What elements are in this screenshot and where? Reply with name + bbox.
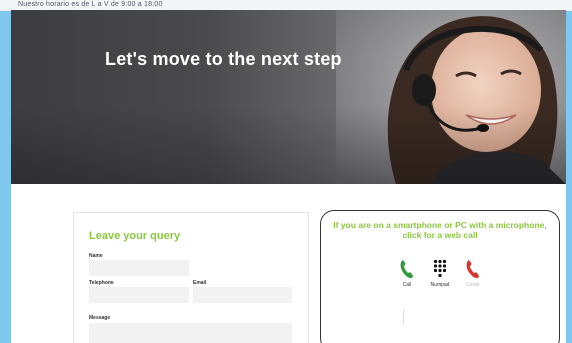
hero-banner: Let's move to the next step [11,10,566,184]
call-label: Call [402,282,412,288]
numpad-icon [433,259,447,278]
query-form: Leave your query Name Telephone Email Me… [73,212,309,343]
email-label: Email [193,280,207,286]
left-frame-bar [0,0,11,343]
phone-call-icon [400,260,413,279]
telephone-input[interactable] [89,287,189,303]
hero-title: Let's move to the next step [105,49,342,69]
form-title: Leave your query [89,230,181,242]
telephone-label: Telephone [89,280,114,286]
numpad-button[interactable]: Numpad [425,259,455,288]
call-button[interactable]: Call [392,259,422,288]
hero-overlay [11,10,566,184]
message-input[interactable] [89,323,292,343]
hangup-button[interactable]: Cortar [458,259,488,288]
phone-hangup-icon [466,260,479,279]
divider-line [403,309,404,325]
page: Nuestro horario es de L a V de 9:00 a 18… [0,0,572,343]
email-input[interactable] [193,287,292,303]
web-call-instruction: If you are on a smartphone or PC with a … [333,220,547,240]
message-label: Message [89,315,111,321]
name-label: Name [89,253,103,259]
web-call-panel: If you are on a smartphone or PC with a … [320,210,560,343]
numpad-label: Numpad [430,282,450,288]
name-input[interactable] [89,260,189,276]
content-area: Leave your query Name Telephone Email Me… [11,184,566,343]
right-frame-bar [566,0,572,343]
hangup-label: Cortar [466,282,480,288]
top-info-text: Nuestro horario es de L a V de 9:00 a 18… [18,1,163,8]
